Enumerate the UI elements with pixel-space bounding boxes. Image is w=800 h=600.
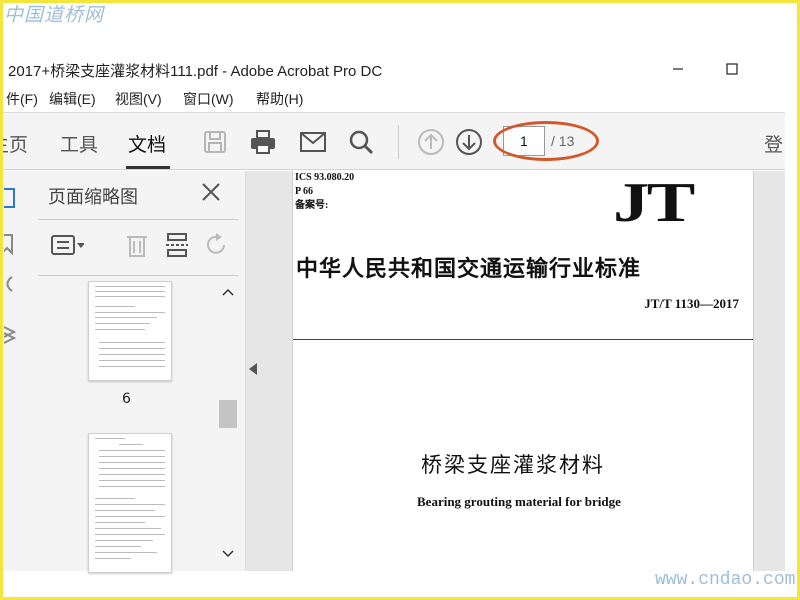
trash-icon bbox=[127, 236, 147, 257]
active-tab-indicator bbox=[126, 166, 170, 169]
minimize-icon bbox=[673, 68, 683, 70]
search-button[interactable] bbox=[344, 125, 378, 159]
layers-icon bbox=[4, 326, 17, 344]
menu-view[interactable]: 视图(V) bbox=[115, 89, 162, 109]
window-title: 2017+桥梁支座灌浆材料111.pdf - Adobe Acrobat Pro… bbox=[8, 63, 383, 80]
menu-help[interactable]: 帮助(H) bbox=[256, 89, 303, 109]
page-number-input[interactable]: 1 bbox=[503, 126, 545, 156]
page-thumbnails-icon bbox=[4, 188, 15, 208]
scrollbar-thumb[interactable] bbox=[219, 400, 237, 428]
bookmarks-rail-button[interactable] bbox=[2, 231, 20, 257]
header-rule bbox=[293, 339, 753, 340]
watermark-top: 中国道桥网 bbox=[4, 4, 105, 26]
panel-divider bbox=[38, 219, 238, 220]
close-icon bbox=[202, 183, 220, 201]
search-icon bbox=[349, 130, 374, 155]
close-panel-button[interactable] bbox=[198, 179, 224, 205]
email-button[interactable] bbox=[296, 125, 330, 159]
collapse-panel-button[interactable] bbox=[247, 344, 259, 394]
email-icon bbox=[300, 132, 326, 152]
tab-document[interactable]: 文档 bbox=[128, 130, 166, 157]
left-rail bbox=[0, 171, 28, 571]
print-button[interactable] bbox=[246, 125, 280, 159]
tab-tools[interactable]: 工具 bbox=[60, 130, 98, 157]
tab-home[interactable]: 主页 bbox=[0, 130, 28, 157]
standard-title: 中华人民共和国交通运输行业标准 bbox=[296, 256, 642, 282]
rotate-pages-button[interactable] bbox=[200, 231, 234, 259]
chevron-down-icon bbox=[222, 550, 234, 558]
paperclip-icon bbox=[6, 276, 13, 292]
rotate-icon bbox=[207, 233, 225, 254]
panel-divider bbox=[38, 275, 238, 276]
document-english-title: Bearing grouting material for bridge bbox=[417, 494, 621, 509]
jt-logo: JT bbox=[613, 172, 695, 234]
layers-rail-button[interactable] bbox=[2, 321, 20, 347]
document-page: ICS 93.080.20 P 66 备案号: JT 中华人民共和国交通运输行业… bbox=[292, 171, 754, 571]
title-bar: 2017+桥梁支座灌浆材料111.pdf - Adobe Acrobat Pro… bbox=[0, 54, 800, 84]
page-thumbnail-6[interactable] bbox=[88, 281, 172, 381]
thumbnail-options-button[interactable] bbox=[50, 231, 84, 259]
attachments-rail-button[interactable] bbox=[2, 271, 20, 297]
menu-file[interactable]: 件(F) bbox=[6, 89, 38, 109]
save-button[interactable] bbox=[198, 125, 232, 159]
watermark-bottom: www.cndao.com bbox=[655, 570, 796, 590]
save-icon bbox=[204, 131, 226, 153]
document-chinese-title: 桥梁支座灌浆材料 bbox=[421, 453, 605, 477]
thumbnails-panel: 页面缩略图 6 bbox=[28, 171, 246, 573]
classification-code: P 66 bbox=[295, 186, 314, 197]
page-thumbnail-7[interactable] bbox=[88, 433, 172, 573]
toolbar-separator bbox=[398, 125, 399, 159]
triangle-left-icon bbox=[249, 363, 257, 375]
toolbar: 主页 工具 文档 bbox=[0, 112, 785, 170]
record-number-label: 备案号: bbox=[295, 200, 329, 211]
scroll-up-button[interactable] bbox=[220, 284, 236, 300]
menu-bar: 件(F) 编辑(E) 视图(V) 窗口(W) 帮助(H) bbox=[0, 86, 800, 110]
menu-edit[interactable]: 编辑(E) bbox=[49, 89, 96, 109]
page-thumbnails-rail-button[interactable] bbox=[2, 185, 20, 211]
maximize-icon bbox=[726, 63, 738, 75]
chevron-up-icon bbox=[222, 288, 234, 296]
document-header-codes: ICS 93.080.20 P 66 备案号: bbox=[295, 171, 354, 213]
thumbnail-page-number: 6 bbox=[122, 391, 131, 407]
menu-window[interactable]: 窗口(W) bbox=[183, 89, 234, 109]
previous-page-button[interactable] bbox=[414, 125, 448, 159]
extract-pages-button[interactable] bbox=[160, 231, 194, 259]
page-total: / 13 bbox=[551, 133, 575, 149]
print-icon bbox=[251, 130, 275, 154]
next-page-button[interactable] bbox=[452, 125, 486, 159]
arrow-up-circle-icon bbox=[418, 129, 444, 155]
standard-number: JT/T 1130—2017 bbox=[644, 296, 739, 311]
maximize-button[interactable] bbox=[712, 54, 752, 84]
arrow-down-circle-icon bbox=[456, 129, 482, 155]
bookmark-icon bbox=[4, 234, 13, 255]
thumbnails-panel-title: 页面缩略图 bbox=[48, 187, 138, 207]
login-link[interactable]: 登 bbox=[764, 130, 783, 157]
delete-pages-button[interactable] bbox=[120, 231, 154, 259]
minimize-button[interactable] bbox=[658, 54, 698, 84]
extract-icon bbox=[166, 233, 188, 257]
document-right-margin bbox=[754, 171, 785, 571]
scroll-down-button[interactable] bbox=[220, 546, 236, 562]
options-menu-icon bbox=[51, 235, 84, 255]
ics-code: ICS 93.080.20 bbox=[295, 172, 355, 183]
